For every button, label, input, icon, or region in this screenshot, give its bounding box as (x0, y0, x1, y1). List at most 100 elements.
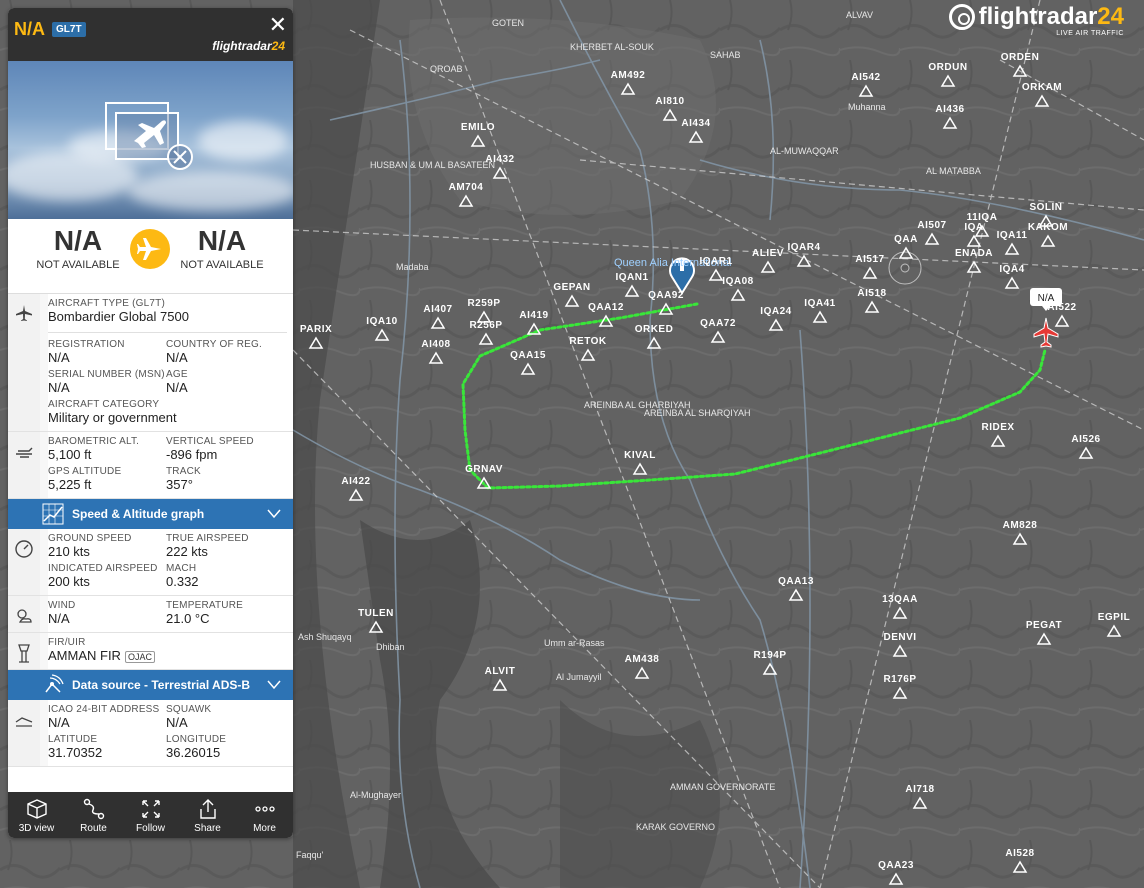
waypoint-label: AI419 (519, 310, 548, 321)
brand-tagline: LIVE AIR TRAFFIC (1056, 30, 1124, 37)
waypoint-label: IQA41 (804, 298, 835, 309)
age-field: AGE N/A (166, 369, 188, 395)
fir-code: OJAC (124, 650, 155, 663)
chevron-down-icon (267, 509, 281, 519)
follow-button[interactable]: Follow (122, 792, 179, 838)
place-label: Muhanna (848, 102, 886, 112)
place-label: OROAB (430, 64, 463, 74)
waypoint-label: AM492 (611, 70, 646, 81)
waypoint-label: IQA4 (999, 264, 1024, 275)
weather-icon (8, 596, 40, 632)
waypoint-label: ORDUN (928, 62, 967, 73)
serial-field: SERIAL NUMBER (MSN) N/A (48, 369, 165, 395)
mach-field: MACH 0.332 (166, 563, 199, 589)
place-label: KHERBET AL-SOUK (570, 42, 654, 52)
waypoint-label: AI526 (1071, 434, 1100, 445)
waypoint-label: ALVIT (485, 666, 516, 677)
airplane-icon (8, 294, 40, 431)
place-label: Madaba (396, 262, 429, 272)
3d-view-button[interactable]: 3D view (8, 792, 65, 838)
source-section: ICAO 24-BIT ADDRESS N/A SQUAWK N/A LATIT… (8, 700, 293, 767)
callsign: N/A (14, 19, 45, 39)
waypoint-label: ORKAM (1022, 82, 1062, 93)
waypoint-label: AM828 (1003, 520, 1038, 531)
more-button[interactable]: More (236, 792, 293, 838)
waypoint-label: AI408 (421, 339, 450, 350)
waypoint-label: KIVAL (624, 450, 656, 461)
indicated-airspeed-field: INDICATED AIRSPEED 200 kts (48, 563, 158, 589)
waypoint-label: AI542 (851, 72, 880, 83)
waypoint-label: R259P (467, 298, 500, 309)
waypoint-label: AI434 (681, 118, 710, 129)
waypoint-label: AM438 (625, 654, 660, 665)
waypoint-label: IQAR1 (699, 256, 732, 267)
waypoint-label: AI518 (857, 288, 886, 299)
share-button[interactable]: Share (179, 792, 236, 838)
graph-icon (42, 503, 64, 525)
more-icon (254, 806, 275, 812)
waypoint-label: GRNAV (465, 464, 503, 475)
waypoint-label: AI407 (423, 304, 452, 315)
vertical-speed-field: VERTICAL SPEED -896 fpm (166, 436, 254, 462)
follow-icon (141, 800, 160, 818)
flight-info-panel: N/A GL7T ✕ flightradar24 N/A NOT AVAILAB… (8, 8, 293, 838)
true-airspeed-field: TRUE AIRSPEED 222 kts (166, 533, 249, 559)
waypoint-label: IQA10 (366, 316, 397, 327)
waypoint-label: GEPAN (553, 282, 590, 293)
temperature-field: TEMPERATURE 21.0 °C (166, 600, 244, 626)
altitude-icon (8, 432, 40, 498)
waypoint-label: EMILO (461, 122, 495, 133)
waypoint-label: IQA24 (760, 306, 791, 317)
waypoint-label: AI436 (935, 104, 964, 115)
transponder-icon (8, 700, 40, 766)
speed-section: GROUND SPEED 210 kts TRUE AIRSPEED 222 k… (8, 529, 293, 596)
waypoint-label: QAA92 (648, 290, 684, 301)
place-label: AMMAN GOVERNORATE (670, 782, 775, 792)
route-button[interactable]: Route (65, 792, 122, 838)
waypoint-label: PARIX (300, 324, 332, 335)
route-summary: N/A NOT AVAILABLE N/A NOT AVAILABLE (8, 219, 293, 294)
track-field: TRACK 357° (166, 466, 201, 492)
waypoint-label: AI507 (917, 220, 946, 231)
panel-toolbar: 3D view Route Follow Share More (8, 792, 293, 838)
chevron-down-icon (267, 680, 281, 690)
waypoint-label: ALIEV (752, 248, 784, 259)
destination-code: N/A (197, 225, 247, 256)
waypoint-label: TULEN (358, 608, 394, 619)
place-label: AREINBA AL SHARQIYAH (644, 408, 751, 418)
waypoint-label: QAA15 (510, 350, 546, 361)
waypoint-label: QAA13 (778, 576, 814, 587)
waypoint-label: DENVI (883, 632, 916, 643)
waypoint-label: R194P (753, 650, 786, 661)
data-source-toggle[interactable]: Data source - Terrestrial ADS-B (8, 670, 293, 700)
brand-logo[interactable]: flightradar24 LIVE AIR TRAFFIC (948, 4, 1124, 37)
place-label: Faqqu' (296, 850, 324, 860)
antenna-icon (45, 674, 64, 693)
share-icon (199, 799, 216, 819)
place-label: HUSBAN & UM AL BASATEEN (370, 160, 495, 170)
country-field: COUNTRY OF REG. N/A (166, 339, 262, 365)
waypoint-label: KAKOM (1028, 222, 1068, 233)
no-photo-icon (105, 102, 193, 170)
close-icon[interactable]: ✕ (269, 14, 287, 36)
latitude-field: LATITUDE 31.70352 (48, 734, 103, 760)
origin-name: NOT AVAILABLE (36, 259, 120, 271)
speed-altitude-graph-toggle[interactable]: Speed & Altitude graph (8, 499, 293, 529)
place-label: SAHAB (710, 50, 741, 60)
aircraft-type-badge: GL7T (52, 22, 86, 37)
fir-field: FIR/UIR AMMAN FIR OJAC (48, 637, 284, 663)
fir-section: FIR/UIR AMMAN FIR OJAC (8, 633, 293, 670)
waypoint-label: R176P (883, 674, 916, 685)
control-tower-icon (8, 633, 40, 669)
waypoint-label: IQAN1 (615, 272, 648, 283)
aircraft-photo[interactable] (8, 61, 293, 219)
baro-alt-field: BAROMETRIC ALT. 5,100 ft (48, 436, 140, 462)
aircraft-section: AIRCRAFT TYPE (GL7T) Bombardier Global 7… (8, 294, 293, 432)
squawk-field: SQUAWK N/A (166, 704, 212, 730)
panel-header: N/A GL7T ✕ flightradar24 (8, 8, 293, 61)
altitude-section: BAROMETRIC ALT. 5,100 ft VERTICAL SPEED … (8, 432, 293, 499)
longitude-field: LONGITUDE 36.26015 (166, 734, 227, 760)
waypoint-label: AI810 (655, 96, 684, 107)
waypoint-label: AI517 (855, 254, 884, 265)
place-label: ALVAV (846, 10, 873, 20)
